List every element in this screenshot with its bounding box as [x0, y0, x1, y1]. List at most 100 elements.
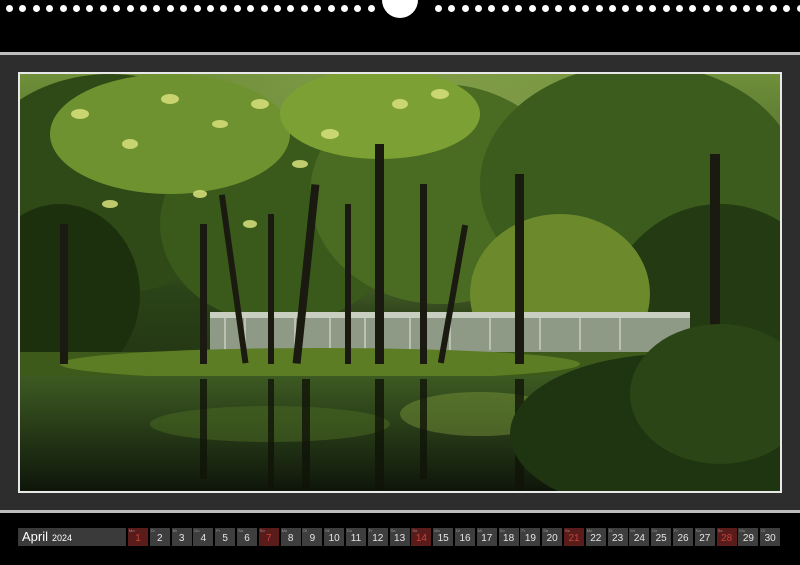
- binding-hole: [501, 5, 509, 12]
- day-number: 6: [244, 533, 250, 544]
- day-cell: Do 11: [346, 528, 366, 546]
- day-cell: Sa 6: [237, 528, 257, 546]
- binding-hole: [166, 5, 174, 12]
- binding-hole: [649, 5, 657, 12]
- day-number: 26: [677, 533, 689, 544]
- day-number: 18: [503, 533, 515, 544]
- binding-hole: [542, 5, 549, 12]
- binding-hole: [676, 5, 683, 12]
- day-cell: So 21: [564, 528, 584, 546]
- binding-hole: [73, 5, 80, 12]
- day-number: 24: [633, 533, 645, 544]
- day-cell: Mi 17: [476, 528, 497, 546]
- day-number: 17: [481, 533, 493, 544]
- binding-hole: [461, 5, 469, 12]
- year-label: 2024: [52, 533, 73, 543]
- day-number: 4: [200, 533, 207, 544]
- binding-hole: [555, 5, 563, 12]
- binding-hole: [314, 5, 322, 12]
- day-number: 27: [699, 533, 711, 544]
- day-number: 19: [524, 533, 536, 544]
- day-number: 12: [372, 533, 384, 544]
- calendar-photo: [18, 72, 782, 493]
- day-cell: Sa 27: [694, 528, 715, 546]
- day-cell: Fr 26: [673, 528, 693, 546]
- day-number: 8: [287, 533, 294, 544]
- day-cell: Mo 1: [128, 528, 148, 546]
- day-cell: Mo 22: [585, 528, 606, 546]
- binding-hole: [220, 5, 228, 12]
- binding-hole: [341, 5, 348, 12]
- binding-hole: [354, 5, 362, 12]
- day-cell: Di 30: [760, 528, 781, 546]
- day-number: 9: [309, 533, 316, 544]
- month-name: April: [22, 529, 49, 544]
- day-cell: Fr 19: [520, 528, 541, 546]
- binding-hole: [247, 5, 255, 12]
- month-label: April 2024: [18, 528, 126, 546]
- binding-hole: [367, 5, 375, 12]
- day-cell: Fr 5: [215, 528, 236, 546]
- forest-waterfall-photo: [20, 74, 780, 491]
- binding-hole: [609, 5, 616, 12]
- day-cell: Mi 24: [629, 528, 650, 546]
- binding-hole: [635, 5, 643, 12]
- day-number: 10: [328, 533, 340, 544]
- day-number: 25: [655, 533, 667, 544]
- binding-hole: [233, 5, 241, 12]
- day-cell: Di 16: [455, 528, 475, 546]
- binding-hole: [193, 5, 201, 12]
- binding-hole: [274, 5, 281, 12]
- day-cell: Di 23: [607, 528, 628, 546]
- day-number: 5: [222, 533, 228, 544]
- binding-hole: [86, 5, 94, 12]
- binding-hole: [113, 5, 121, 12]
- day-cell: So 14: [411, 528, 432, 546]
- binding-hole: [662, 5, 670, 12]
- binding-hole: [300, 5, 308, 12]
- binding-hole: [140, 5, 147, 12]
- binding-hole: [702, 5, 710, 12]
- binding-hole: [260, 5, 268, 12]
- binding-hole: [434, 5, 442, 12]
- day-number: 1: [135, 533, 141, 544]
- binding-hole: [729, 5, 737, 12]
- binding-hole: [488, 5, 496, 12]
- binding-hole: [796, 5, 800, 12]
- binding-hole: [327, 5, 335, 12]
- binding-hole: [689, 5, 697, 12]
- day-number: 15: [437, 533, 449, 544]
- day-cell: Mo 8: [280, 528, 301, 546]
- binding-hole: [19, 5, 27, 12]
- binding-hole: [716, 5, 724, 12]
- binding-hole: [622, 5, 630, 12]
- day-cell: Do 25: [651, 528, 672, 546]
- binding-hole: [568, 5, 576, 12]
- binding-hole: [59, 5, 67, 12]
- binding-hole: [126, 5, 134, 12]
- binding-hole: [515, 5, 523, 12]
- day-number: 23: [612, 533, 624, 544]
- day-cell: Mo 15: [433, 528, 454, 546]
- day-number: 11: [350, 533, 362, 544]
- day-cell: Do 4: [193, 528, 214, 546]
- day-cell: Sa 13: [389, 528, 410, 546]
- day-cell: So 28: [716, 528, 737, 546]
- binding-hole: [528, 5, 536, 12]
- day-number: 3: [178, 533, 185, 544]
- day-number: 30: [764, 533, 776, 544]
- day-number: 2: [157, 533, 163, 544]
- day-number: 14: [415, 533, 427, 544]
- day-number: 29: [742, 533, 754, 544]
- day-cell: Sa 20: [542, 528, 563, 546]
- day-number: 20: [546, 533, 558, 544]
- day-number: 16: [459, 533, 471, 544]
- binding-hole: [783, 5, 791, 12]
- day-cell: Mi 10: [324, 528, 345, 546]
- day-cell: Mi 3: [171, 528, 192, 546]
- day-cell: Do 18: [498, 528, 519, 546]
- day-cell: So 7: [258, 528, 279, 546]
- hanging-hole: [382, 0, 418, 18]
- binding-hole: [46, 5, 54, 12]
- top-divider: [0, 52, 800, 55]
